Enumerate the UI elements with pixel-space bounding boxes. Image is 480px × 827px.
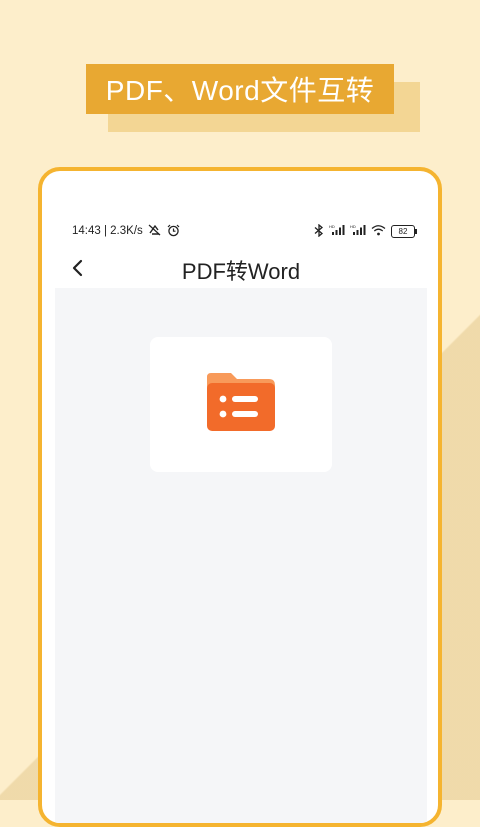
svg-text:HD: HD: [329, 224, 335, 229]
alarm-icon: [167, 224, 180, 239]
page-title: PDF转Word: [181, 258, 301, 284]
nav-bar: PDF转Word: [55, 251, 427, 288]
chevron-left-icon: [71, 258, 85, 283]
status-left: 14:43 | 2.3K/s: [72, 224, 180, 239]
main-content: [55, 288, 427, 823]
phone-screen: 14:43 | 2.3K/s HD HD 82 PDF转Word: [55, 211, 427, 823]
status-time-speed: 14:43 | 2.3K/s: [72, 225, 143, 237]
status-right: HD HD 82: [314, 223, 417, 239]
promo-banner: PDF、Word文件互转: [86, 64, 394, 114]
folder-list-icon: [205, 371, 277, 438]
wifi-icon: [371, 224, 386, 238]
select-file-button[interactable]: [150, 337, 332, 472]
status-bar: 14:43 | 2.3K/s HD HD 82: [55, 211, 427, 251]
svg-text:HD: HD: [350, 224, 356, 229]
signal-icon: HD: [329, 224, 345, 238]
signal-icon: HD: [350, 224, 366, 238]
back-button[interactable]: [65, 257, 91, 283]
battery-level: 82: [398, 226, 408, 236]
banner-title: PDF、Word文件互转: [105, 75, 375, 106]
mute-icon: [148, 224, 162, 238]
battery-icon: 82: [391, 224, 417, 238]
phone-frame: 14:43 | 2.3K/s HD HD 82 PDF转Word: [38, 167, 442, 827]
bluetooth-icon: [314, 223, 324, 239]
